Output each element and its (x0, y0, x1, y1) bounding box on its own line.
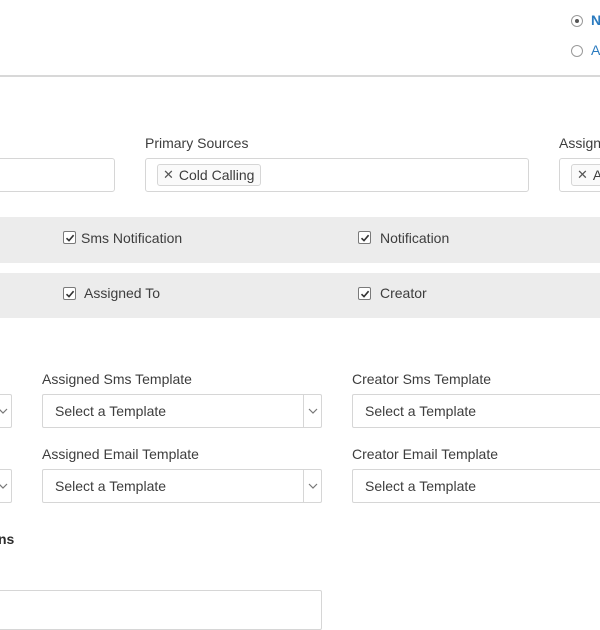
sms-notification-checkbox[interactable] (63, 231, 76, 244)
radio-option-1-label[interactable]: N (591, 12, 600, 28)
creator-email-template-label: Creator Email Template (352, 446, 499, 462)
assigned-to-checkbox[interactable] (63, 287, 76, 300)
remove-tag-icon[interactable]: ✕ (163, 167, 174, 183)
chevron-down-icon (0, 395, 11, 427)
radio-option-2-label[interactable]: A (591, 42, 600, 58)
assigned-email-template-value: Select a Template (55, 478, 167, 494)
sms-notification-label: Sms Notification (81, 230, 183, 246)
header-divider (0, 75, 600, 77)
primary-source-tag: ✕ Cold Calling (157, 164, 262, 186)
section-title: ns (0, 531, 15, 547)
previous-field-input[interactable] (0, 158, 115, 192)
creator-label: Creator (380, 285, 427, 301)
primary-sources-input[interactable]: ✕ Cold Calling (145, 158, 529, 192)
assigned-email-template-label: Assigned Email Template (42, 446, 199, 462)
assigned-sms-template-select[interactable]: Select a Template (42, 394, 322, 428)
chevron-down-icon (303, 395, 321, 427)
notification-checkbox[interactable] (358, 231, 371, 244)
assigned-sms-template-value: Select a Template (55, 403, 167, 419)
assign-tag: ✕ A (571, 164, 600, 186)
creator-sms-template-label: Creator Sms Template (352, 371, 492, 387)
assigned-sms-template-label: Assigned Sms Template (42, 371, 192, 387)
chevron-down-icon (0, 470, 11, 502)
creator-email-template-value: Select a Template (365, 478, 477, 494)
radio-option-1[interactable] (571, 15, 583, 27)
assigned-email-template-select[interactable]: Select a Template (42, 469, 322, 503)
previous-sms-template-select[interactable] (0, 394, 12, 428)
primary-sources-label: Primary Sources (145, 135, 249, 151)
section-textarea[interactable] (0, 590, 322, 630)
assign-label: Assign (559, 135, 600, 151)
remove-tag-icon[interactable]: ✕ (577, 167, 588, 183)
creator-sms-template-select[interactable]: Select a Template (352, 394, 600, 428)
notification-label: Notification (380, 230, 450, 246)
previous-email-template-select[interactable] (0, 469, 12, 503)
assign-tag-label: A (592, 167, 600, 183)
creator-sms-template-value: Select a Template (365, 403, 477, 419)
assigned-to-label: Assigned To (84, 285, 161, 301)
radio-option-2[interactable] (571, 45, 583, 57)
assign-input[interactable]: ✕ A (559, 158, 600, 192)
chevron-down-icon (303, 470, 321, 502)
creator-checkbox[interactable] (358, 287, 371, 300)
primary-source-tag-label: Cold Calling (178, 167, 255, 183)
creator-email-template-select[interactable]: Select a Template (352, 469, 600, 503)
